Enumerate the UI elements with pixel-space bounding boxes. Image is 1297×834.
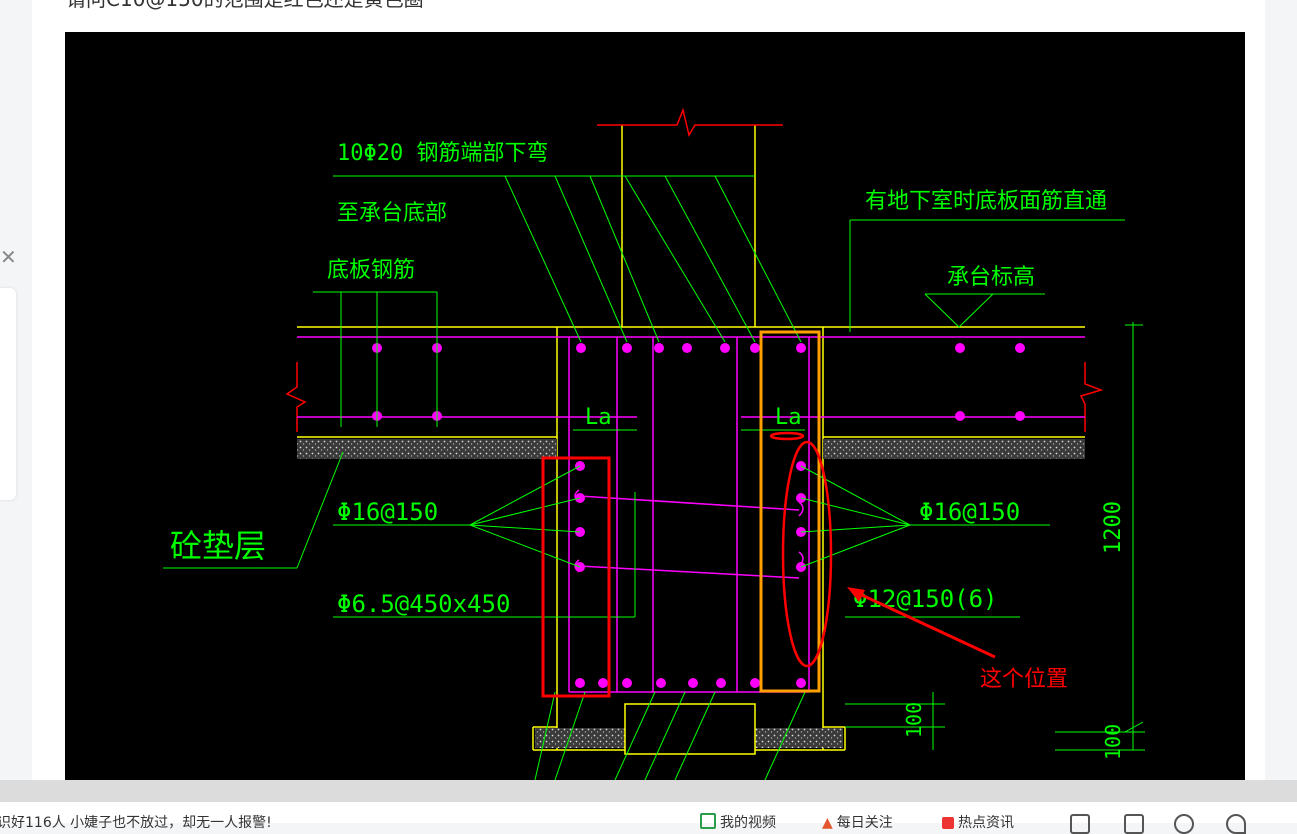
close-icon[interactable]: ✕ bbox=[0, 243, 17, 271]
label-cushion: 砼垫层 bbox=[170, 527, 266, 565]
news-ticker[interactable]: 识好116人 小婕子也不放过，却无一人报警! bbox=[0, 812, 272, 832]
hot-news-link[interactable]: 热点资讯 bbox=[942, 812, 1014, 832]
bottom-bar: 识好116人 小婕子也不放过，却无一人报警! 我的视频 ▲ 每日关注 热点资讯 bbox=[0, 802, 1297, 834]
label-main-bars: 10Φ20 钢筋端部下弯 bbox=[337, 141, 548, 166]
label-main-bars-2: 至承台底部 bbox=[337, 201, 447, 226]
cushion-right bbox=[823, 439, 1085, 459]
cad-drawing-svg: 10Φ20 钢筋端部下弯 至承台底部 有地下室时底板面筋直通 承台标高 底板钢筋… bbox=[163, 107, 1145, 780]
image-icon[interactable] bbox=[1124, 814, 1144, 834]
rocket-icon[interactable] bbox=[1226, 814, 1246, 834]
cushion-bottom-right bbox=[755, 728, 843, 748]
slab-break-left bbox=[285, 362, 307, 432]
label-phi12: Φ12@150(6) bbox=[853, 585, 998, 613]
cad-drawing-image: 10Φ20 钢筋端部下弯 至承台底部 有地下室时底板面筋直通 承台标高 底板钢筋… bbox=[65, 32, 1245, 780]
video-icon bbox=[700, 813, 716, 829]
column-outline bbox=[621, 125, 756, 327]
slab-break-right bbox=[1079, 362, 1104, 432]
my-video-link[interactable]: 我的视频 bbox=[700, 812, 776, 832]
cushion-bottom-left bbox=[535, 728, 625, 748]
horizontal-scrollbar[interactable] bbox=[0, 780, 1297, 802]
daily-link[interactable]: ▲ 每日关注 bbox=[822, 812, 893, 832]
red-ellipse bbox=[781, 440, 833, 668]
label-phi65: Φ6.5@450x450 bbox=[337, 590, 510, 618]
label-dim-1200: 1200 bbox=[1101, 501, 1126, 554]
annotation-text: 这个位置 bbox=[980, 667, 1068, 692]
label-la-right: La bbox=[775, 405, 802, 430]
side-panel bbox=[0, 288, 16, 500]
label-cap-elev: 承台标高 bbox=[947, 265, 1035, 290]
label-basement: 有地下室时底板面筋直通 bbox=[865, 189, 1107, 214]
label-phi16-right: Φ16@150 bbox=[919, 498, 1020, 526]
question-title: 请问C10@150的范围是红色还是黄色圈 bbox=[66, 0, 424, 12]
shield-icon[interactable] bbox=[1070, 814, 1090, 834]
hot-icon bbox=[942, 817, 954, 829]
flame-icon: ▲ bbox=[822, 815, 833, 831]
label-dim-100b: 100 bbox=[1101, 724, 1125, 760]
red-dash-mark bbox=[769, 431, 805, 441]
label-slab-rebar: 底板钢筋 bbox=[327, 258, 415, 283]
label-dim-100a: 100 bbox=[902, 702, 926, 738]
cushion-left bbox=[297, 439, 557, 459]
edge-icon[interactable] bbox=[1174, 814, 1194, 834]
label-phi16-left: Φ16@150 bbox=[337, 498, 438, 526]
label-la-left: La bbox=[585, 405, 612, 430]
